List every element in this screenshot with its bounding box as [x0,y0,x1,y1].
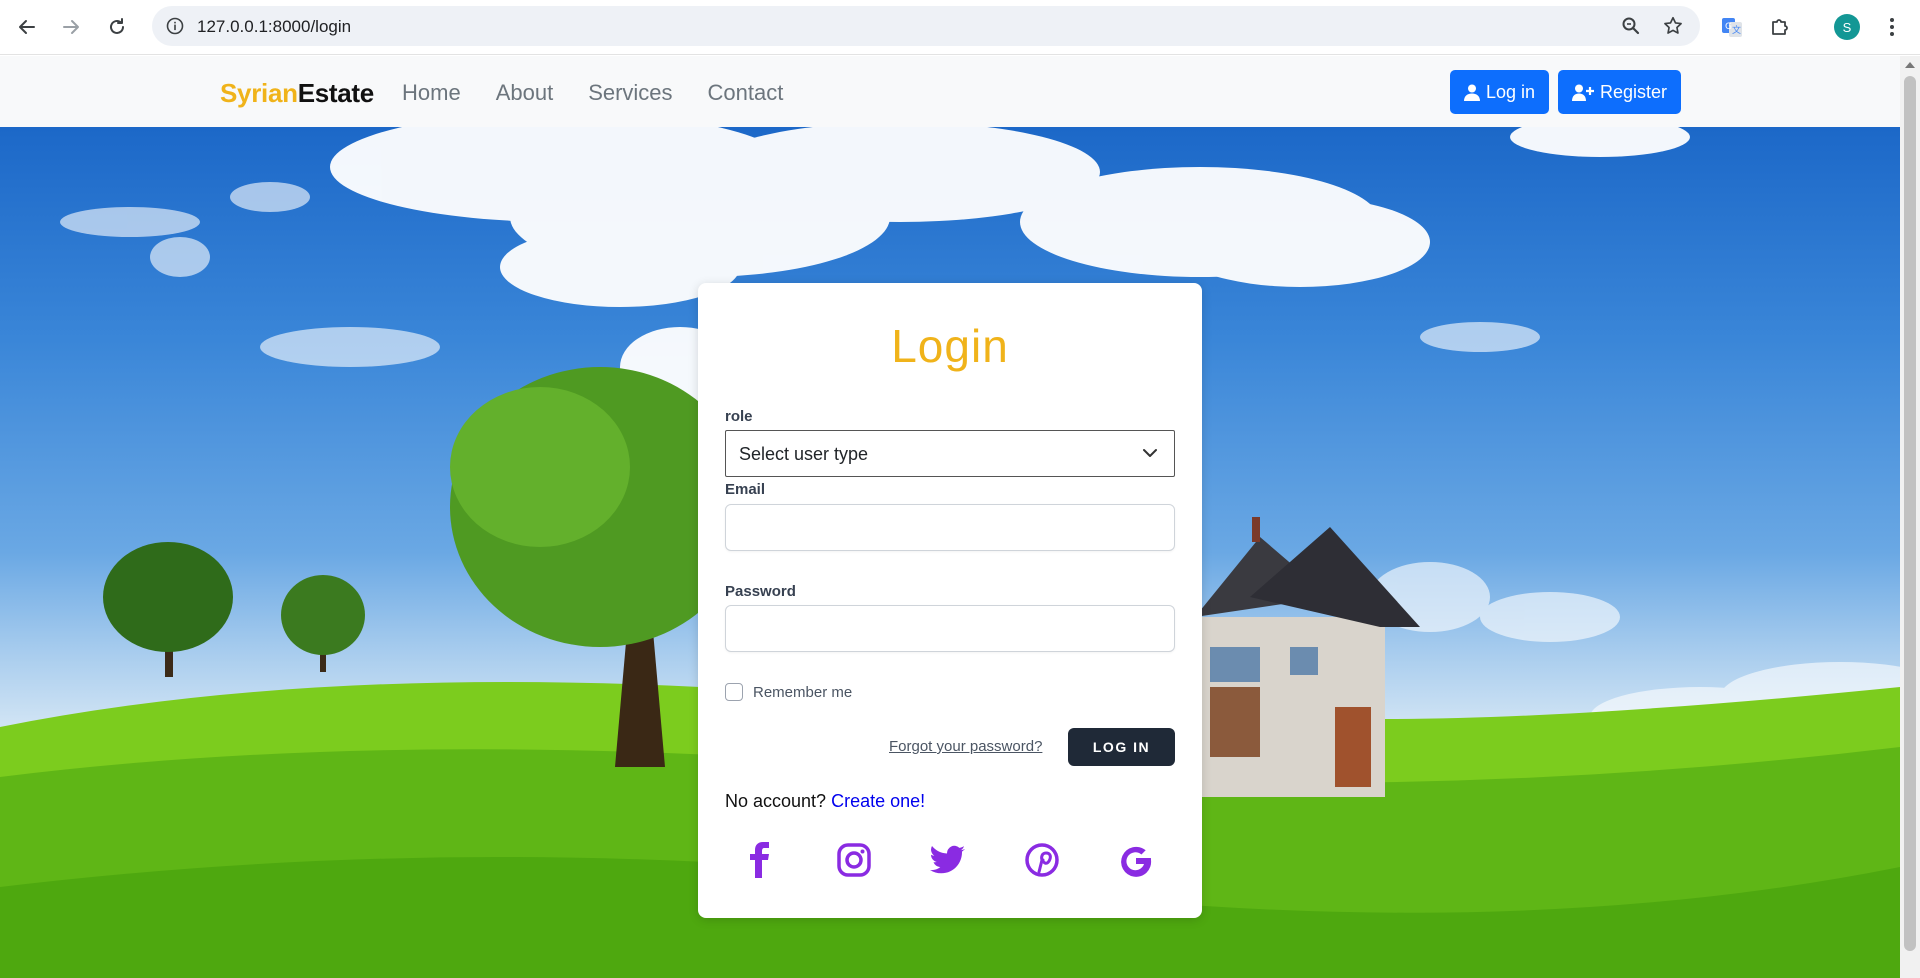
user-plus-icon [1572,84,1594,101]
role-label: role [725,408,753,425]
forward-arrow-icon[interactable] [52,8,90,46]
profile-initial: S [1834,14,1860,40]
translate-icon[interactable]: G文 [1714,9,1750,45]
svg-text:G: G [1725,22,1732,32]
info-icon[interactable] [162,13,188,39]
role-select[interactable]: Select user type [725,430,1175,477]
svg-text:文: 文 [1732,24,1741,36]
url-text[interactable]: 127.0.0.1:8000/login [197,17,351,37]
user-icon [1464,84,1480,101]
page-viewport: SyrianEstate Home About Services Contact… [0,56,1900,978]
nav-register-button[interactable]: Register [1558,70,1682,114]
nav-login-button[interactable]: Log in [1450,70,1550,114]
nav-link-contact[interactable]: Contact [708,80,784,106]
scroll-up-arrow-icon[interactable] [1905,62,1915,68]
nav-register-label: Register [1600,81,1668,102]
remember-me-checkbox[interactable] [725,683,743,701]
scrollbar-thumb[interactable] [1904,76,1916,951]
login-submit-button[interactable]: LOG IN [1068,728,1175,766]
back-arrow-icon[interactable] [8,8,46,46]
nav-link-home[interactable]: Home [402,80,461,106]
remember-me-row: Remember me [725,683,852,701]
reload-icon[interactable] [98,8,136,46]
google-icon[interactable] [1114,838,1158,882]
forgot-password-link[interactable]: Forgot your password? [889,738,1042,755]
social-links [738,838,1158,882]
nav-link-about[interactable]: About [496,80,554,106]
no-account-row: No account? Create one! [725,791,925,812]
puzzle-icon[interactable] [1762,9,1798,45]
profile-avatar[interactable]: S [1829,9,1865,45]
brand-logo[interactable]: SyrianEstate [220,78,374,109]
nav-link-services[interactable]: Services [588,80,672,106]
role-select-value: Select user type [739,444,869,464]
create-account-link[interactable]: Create one! [831,791,925,811]
brand-part-2: Estate [297,78,375,108]
page-scrollbar[interactable] [1900,56,1920,978]
email-field[interactable] [725,504,1175,551]
site-navbar: SyrianEstate Home About Services Contact… [0,56,1900,127]
email-label: Email [725,481,766,498]
instagram-icon[interactable] [832,838,876,882]
login-title: Login [891,320,1009,372]
login-card: Login role Select user type Email Passwo… [698,283,1202,918]
star-icon[interactable] [1660,13,1686,39]
chevron-down-icon [1143,449,1157,457]
browser-toolbar: 127.0.0.1:8000/login G文 S [0,0,1920,55]
kebab-menu-icon[interactable] [1874,9,1910,45]
brand-part-1: Syrian [220,78,298,108]
pinterest-icon[interactable] [1020,838,1064,882]
no-account-text: No account? [725,791,827,811]
address-bar[interactable]: 127.0.0.1:8000/login [152,6,1700,46]
facebook-icon[interactable] [738,838,782,882]
twitter-icon[interactable] [926,838,970,882]
nav-login-label: Log in [1486,81,1536,102]
zoom-icon[interactable] [1618,13,1644,39]
nav-links: Home About Services Contact [402,80,783,106]
password-label: Password [725,583,796,600]
remember-me-label[interactable]: Remember me [753,684,852,701]
password-field[interactable] [725,605,1175,652]
